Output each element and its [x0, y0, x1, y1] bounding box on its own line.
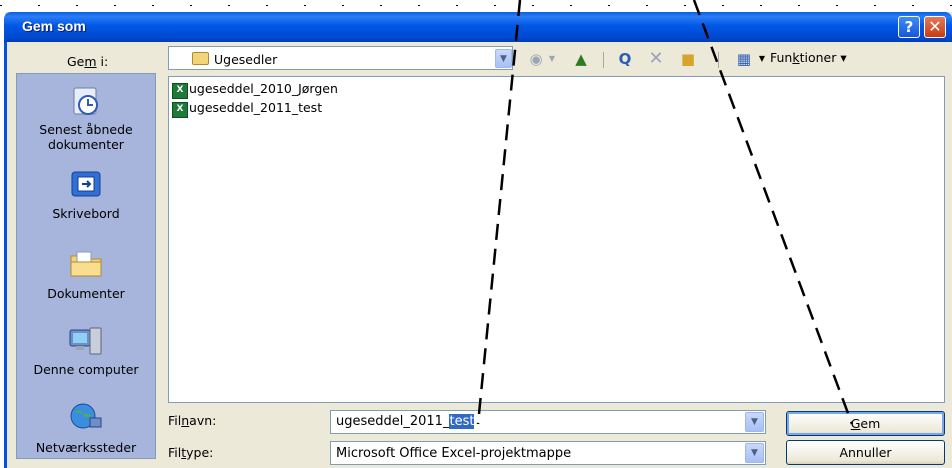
file-name-value: ugeseddel_2011_test [336, 414, 475, 429]
delete-icon[interactable]: ✕ [645, 49, 667, 69]
views-dropdown-icon[interactable]: ▼ [757, 49, 767, 69]
up-folder-icon[interactable]: ▲ [570, 49, 592, 69]
search-web-icon[interactable]: Q [614, 49, 636, 69]
recent-documents-icon [73, 87, 98, 115]
excel-icon: X [172, 102, 188, 118]
place-label: Netværkssteder [35, 440, 137, 455]
file-name: ugeseddel_2011_test [189, 100, 323, 115]
chevron-down-icon[interactable]: ▼ [745, 412, 764, 432]
file-name: ugeseddel_2010_Jørgen [189, 81, 338, 96]
chevron-down-icon[interactable]: ▼ [745, 443, 764, 463]
place-network[interactable]: Netværkssteder [16, 396, 156, 460]
file-name-label: Filnavn: [168, 413, 217, 428]
place-desktop[interactable]: Skrivebord [16, 164, 156, 234]
place-recent-documents[interactable]: Senest åbnede dokumenter [16, 80, 156, 160]
cancel-button[interactable]: Annuller [786, 440, 945, 465]
toolbar-separator [603, 52, 604, 68]
dialog-title: Gem som [22, 18, 86, 34]
computer-icon [69, 327, 102, 355]
documents-folder-icon [70, 251, 102, 277]
close-button[interactable]: ✕ [924, 16, 946, 38]
place-label: Dokumenter [47, 286, 125, 301]
file-type-value: Microsoft Office Excel-projektmappe [336, 446, 572, 461]
file-list[interactable] [168, 76, 945, 403]
new-folder-icon[interactable]: ■ [677, 49, 699, 69]
place-label: Skrivebord [52, 206, 120, 221]
desktop-icon [71, 171, 101, 197]
chevron-down-icon[interactable]: ▼ [495, 49, 512, 68]
save-in-label: Gem i: [67, 54, 109, 69]
file-name-selection: test [449, 414, 475, 429]
title-bar[interactable] [4, 12, 952, 42]
place-my-documents[interactable]: Dokumenter [16, 242, 156, 312]
network-icon [70, 403, 102, 429]
help-button[interactable]: ? [898, 16, 920, 38]
back-dropdown-icon[interactable]: ▼ [547, 49, 557, 69]
save-button[interactable]: Gem [786, 411, 945, 436]
tools-menu[interactable]: Funktioner ▾ [770, 50, 847, 65]
views-icon[interactable]: ▦ [733, 49, 755, 69]
place-label: dokumenter [48, 137, 124, 152]
toolbar-separator [718, 52, 719, 68]
back-icon[interactable]: ◉ [525, 49, 547, 69]
background-document-strip [0, 0, 952, 12]
file-type-label: Filtype: [168, 445, 214, 460]
save-in-value: Ugesedler [214, 52, 278, 67]
folder-icon [192, 52, 209, 65]
place-label: Senest åbnede [39, 122, 133, 137]
excel-icon: X [172, 83, 188, 99]
place-label: Denne computer [33, 362, 139, 377]
place-my-computer[interactable]: Denne computer [16, 320, 156, 390]
